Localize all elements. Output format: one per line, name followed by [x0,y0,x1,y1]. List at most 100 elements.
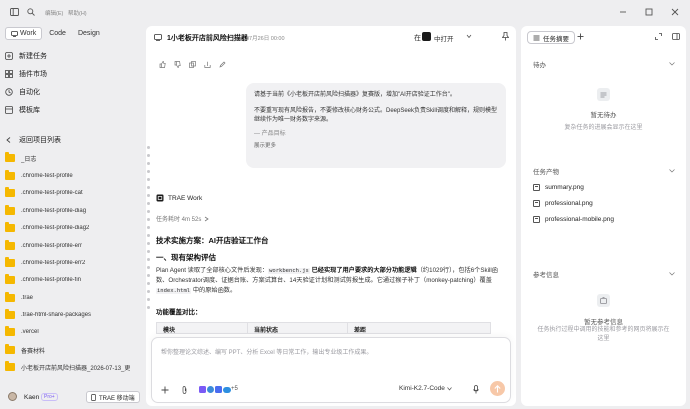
response-heading-3: 功能覆盖对比： [156,309,202,316]
folder-item[interactable]: 小老板开店前风险扫描器_2026-07-13_更 [5,359,138,375]
output-file[interactable]: professional.png [533,198,593,208]
open-in-label[interactable]: 中打开 [434,33,454,43]
folder-item[interactable]: .chrome-test-profile-err2 [5,255,138,271]
folder-name: 备赛材料 [21,348,46,355]
skill-purple-icon [199,386,206,393]
elapsed-row[interactable]: 任务耗时 4m 52s [156,214,210,223]
phone-icon [91,393,96,401]
user-footer: Kaen Pro+ TRAE 移动端 [0,388,143,409]
maximize-icon[interactable] [643,6,655,18]
folder-icon [5,240,15,250]
thumbs-down-icon[interactable] [174,61,181,68]
table-header-cell: 差距 [347,323,490,334]
outputs-section-header[interactable]: 任务产物 [533,166,675,176]
tab-work-label: Work [20,30,37,37]
todo-empty-icon [597,88,610,101]
response-heading-2: 一、现有架构评估 [156,253,216,262]
tab-code-label: Code [49,30,66,37]
nav-automation[interactable]: 自动化 [5,84,138,100]
conversation-date: 07月26日 00:00 [246,36,285,42]
skill-puzzle-icon [215,386,222,393]
inline-code: workbench.js [268,268,310,274]
mobile-app-button[interactable]: TRAE 移动端 [86,391,140,403]
add-tab-icon[interactable] [577,33,584,40]
menu-help[interactable]: 帮助(H) [68,9,87,17]
back-to-projects[interactable]: 返回项目列表 [5,132,138,148]
folder-item[interactable]: .chrome-test-profile-err [5,238,138,254]
folder-item[interactable]: .vercel [5,324,138,340]
refs-empty-desc: 任务执行过程中调用的技能和参考的网页将展示在这里 [537,327,670,342]
open-in-label-prefix: 在 [414,35,421,42]
folder-item[interactable]: .chrome-test-profile-diag [5,203,138,219]
user-name: Kaen [24,394,40,401]
model-selector[interactable]: Kimi-K2.7-Code [399,385,452,392]
skill-icons[interactable] [199,386,231,393]
panel-toggle-icon[interactable] [672,33,680,40]
tab-task-summary[interactable]: 任务摘要 [527,31,575,44]
tab-work[interactable]: Work [5,27,43,40]
tab-design-label: Design [77,30,100,37]
title-bar: 编辑(E) 帮助(H) [0,0,690,24]
nav-new-task[interactable]: 新建任务 [5,48,138,64]
nav-plugin-market-label: 插件市场 [19,71,47,78]
share-icon[interactable] [204,61,211,68]
microphone-icon[interactable] [473,385,479,394]
folder-name: .chrome-test-profile-err [21,243,83,249]
folder-name: .chrome-test-profile-err2 [21,260,86,266]
nav-plugin-market[interactable]: 插件市场 [5,66,138,82]
sidebar-toggle-icon[interactable] [8,6,20,18]
folder-name: .chrome-test-profile-cat [21,190,83,196]
copy-icon[interactable] [189,61,196,68]
folder-item[interactable]: .chrome-test-profile-diag2 [5,220,138,236]
more-skills-count[interactable]: +5 [231,386,238,392]
expand-icon[interactable] [655,33,662,40]
send-button[interactable] [490,381,505,396]
output-file[interactable]: professional-mobile.png [533,214,614,224]
folder-item[interactable]: .trae [5,290,138,306]
todo-title: 待办 [533,62,546,69]
outputs-title: 任务产物 [533,169,559,176]
chevron-down-icon [669,62,675,66]
agent-logo-icon [156,194,164,202]
output-file-name: summary.png [545,183,584,191]
list-icon [533,35,540,41]
plus-icon[interactable] [161,386,169,394]
pin-icon[interactable] [502,32,509,41]
task-summary-panel: 任务摘要 待办 暂无待办 复杂任务的进展会显示在这里 任务产物 summary.… [521,26,686,406]
new-task-icon [5,52,13,60]
trae-logo-icon[interactable] [422,32,431,41]
show-more-link[interactable]: 展示更多 [254,142,498,151]
conversation-title: 1小老板开店前风险扫描器 [167,35,248,42]
minimize-icon[interactable] [617,6,629,18]
folder-item[interactable]: .chrome-test-profile [5,168,138,184]
tab-code[interactable]: Code [44,27,71,40]
chevron-down-icon [669,272,675,276]
nav-template[interactable]: 模板库 [5,102,138,118]
message-input[interactable]: 帮你整理论文综述、编写 PPT、分析 Excel 等日常工作，输出专业级工作成果… [161,347,501,356]
attachment-icon[interactable] [181,386,188,394]
folder-item[interactable]: _日志 [5,150,138,166]
table-header-cell: 模块 [163,328,176,334]
output-file[interactable]: summary.png [533,182,584,192]
search-icon[interactable] [25,6,37,18]
chevron-down-icon[interactable] [466,34,472,39]
folder-item[interactable]: .chrome-test-profile-cat [5,185,138,201]
close-icon[interactable] [669,6,681,18]
response-text: 中的原始函数。 [191,287,237,294]
avatar[interactable] [8,392,17,401]
menu-edit[interactable]: 编辑(E) [45,9,63,17]
thumbs-up-icon[interactable] [159,61,166,68]
output-file-name: professional.png [545,199,593,207]
mobile-app-label: TRAE 移动端 [99,395,135,402]
plugin-market-icon [5,70,13,78]
model-name: Kimi-K2.7-Code [399,385,445,392]
folder-item[interactable]: 备赛材料 [5,342,138,358]
edit-icon[interactable] [219,61,226,68]
folder-icon [5,361,15,371]
refs-section-header[interactable]: 参考信息 [533,269,675,279]
tab-design[interactable]: Design [73,27,105,40]
folder-icon [5,170,15,180]
todo-section-header[interactable]: 待办 [533,59,675,69]
folder-item[interactable]: .trae-html-share-packages [5,307,138,323]
folder-item[interactable]: .chrome-test-profile-fin [5,272,138,288]
